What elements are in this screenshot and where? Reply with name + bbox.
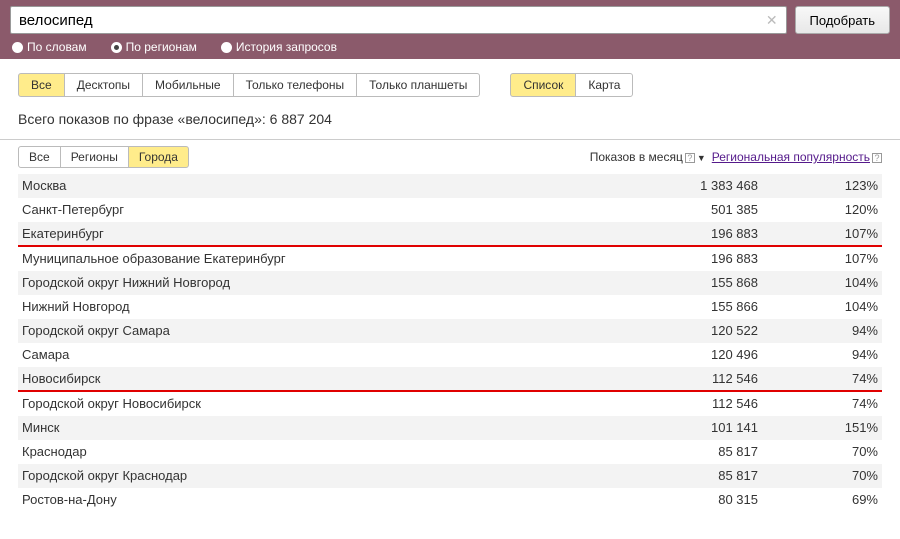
- table-row: Городской округ Самара120 52294%: [18, 319, 882, 343]
- view-tab[interactable]: Карта: [575, 73, 633, 97]
- table-row: Санкт-Петербург501 385120%: [18, 198, 882, 222]
- search-bar: ✕ Подобрать По словам По регионам Истори…: [0, 0, 900, 59]
- cell-popularity: 74%: [758, 396, 878, 411]
- table-header: ВсеРегионыГорода Показов в месяц?▼ Регио…: [0, 139, 900, 174]
- filter-button[interactable]: Регионы: [60, 146, 129, 168]
- cell-popularity: 70%: [758, 444, 878, 459]
- cell-shows: 155 868: [578, 275, 758, 290]
- help-icon[interactable]: ?: [872, 153, 882, 163]
- table-row: Городской округ Краснодар85 81770%: [18, 464, 882, 488]
- device-tab[interactable]: Десктопы: [64, 73, 143, 97]
- device-tab[interactable]: Только телефоны: [233, 73, 358, 97]
- col-shows[interactable]: Показов в месяц?▼: [590, 150, 706, 164]
- cell-popularity: 74%: [758, 371, 878, 386]
- table-row: Минск101 141151%: [18, 416, 882, 440]
- cell-shows: 501 385: [578, 202, 758, 217]
- col-popularity[interactable]: Региональная популярность?: [712, 150, 882, 164]
- table-row: Самара120 49694%: [18, 343, 882, 367]
- cell-region-name: Городской округ Нижний Новгород: [22, 275, 578, 290]
- cell-shows: 85 817: [578, 468, 758, 483]
- search-input-wrap: ✕: [10, 6, 787, 34]
- summary-text: Всего показов по фразе «велосипед»: 6 88…: [0, 107, 900, 139]
- filter-button[interactable]: Все: [18, 146, 61, 168]
- cell-region-name: Нижний Новгород: [22, 299, 578, 314]
- cell-region-name: Санкт-Петербург: [22, 202, 578, 217]
- mode-label: История запросов: [236, 40, 337, 54]
- cell-region-name: Городской округ Новосибирск: [22, 396, 578, 411]
- view-tab-group: СписокКарта: [510, 73, 633, 97]
- table-row: Городской округ Нижний Новгород155 86810…: [18, 271, 882, 295]
- sort-desc-icon: ▼: [697, 153, 706, 163]
- cell-popularity: 69%: [758, 492, 878, 507]
- table-row: Городской округ Новосибирск112 54674%: [18, 392, 882, 416]
- cell-shows: 120 496: [578, 347, 758, 362]
- cell-region-name: Екатеринбург: [22, 226, 578, 241]
- cell-shows: 120 522: [578, 323, 758, 338]
- table-row: Нижний Новгород155 866104%: [18, 295, 882, 319]
- table-row: Краснодар85 81770%: [18, 440, 882, 464]
- cell-popularity: 104%: [758, 275, 878, 290]
- cell-shows: 155 866: [578, 299, 758, 314]
- cell-popularity: 151%: [758, 420, 878, 435]
- cell-region-name: Краснодар: [22, 444, 578, 459]
- cell-region-name: Городской округ Краснодар: [22, 468, 578, 483]
- cell-shows: 112 546: [578, 371, 758, 386]
- cell-region-name: Новосибирск: [22, 371, 578, 386]
- table-row: Муниципальное образование Екатеринбург19…: [18, 247, 882, 271]
- close-icon[interactable]: ✕: [766, 12, 778, 29]
- cell-shows: 112 546: [578, 396, 758, 411]
- submit-button[interactable]: Подобрать: [795, 6, 890, 34]
- cell-popularity: 107%: [758, 226, 878, 241]
- cell-popularity: 94%: [758, 347, 878, 362]
- cell-region-name: Самара: [22, 347, 578, 362]
- cell-shows: 85 817: [578, 444, 758, 459]
- device-tab[interactable]: Только планшеты: [356, 73, 480, 97]
- tab-row: ВсеДесктопыМобильныеТолько телефоныТольк…: [0, 59, 900, 107]
- device-tab[interactable]: Мобильные: [142, 73, 234, 97]
- device-tab[interactable]: Все: [18, 73, 65, 97]
- filter-button[interactable]: Города: [128, 146, 189, 168]
- cell-region-name: Муниципальное образование Екатеринбург: [22, 251, 578, 266]
- cell-popularity: 94%: [758, 323, 878, 338]
- filter-group: ВсеРегионыГорода: [18, 146, 189, 168]
- cell-popularity: 107%: [758, 251, 878, 266]
- cell-region-name: Минск: [22, 420, 578, 435]
- cell-shows: 101 141: [578, 420, 758, 435]
- mode-by-regions[interactable]: По регионам: [111, 40, 197, 54]
- help-icon[interactable]: ?: [685, 153, 695, 163]
- mode-radio-group: По словам По регионам История запросов: [10, 34, 890, 56]
- table-row: Екатеринбург196 883107%: [18, 222, 882, 247]
- table-row: Москва1 383 468123%: [18, 174, 882, 198]
- data-table: Москва1 383 468123%Санкт-Петербург501 38…: [0, 174, 900, 512]
- mode-history[interactable]: История запросов: [221, 40, 337, 54]
- view-tab[interactable]: Список: [510, 73, 576, 97]
- radio-icon: [111, 42, 122, 53]
- cell-shows: 196 883: [578, 251, 758, 266]
- radio-icon: [12, 42, 23, 53]
- cell-region-name: Ростов-на-Дону: [22, 492, 578, 507]
- cell-popularity: 120%: [758, 202, 878, 217]
- cell-popularity: 123%: [758, 178, 878, 193]
- col-popularity-label: Региональная популярность: [712, 150, 870, 164]
- cell-shows: 196 883: [578, 226, 758, 241]
- cell-popularity: 70%: [758, 468, 878, 483]
- table-row: Новосибирск112 54674%: [18, 367, 882, 392]
- cell-popularity: 104%: [758, 299, 878, 314]
- cell-shows: 1 383 468: [578, 178, 758, 193]
- radio-icon: [221, 42, 232, 53]
- mode-label: По словам: [27, 40, 87, 54]
- search-input[interactable]: [19, 12, 766, 29]
- cell-region-name: Москва: [22, 178, 578, 193]
- col-shows-label: Показов в месяц: [590, 150, 683, 164]
- cell-shows: 80 315: [578, 492, 758, 507]
- device-tab-group: ВсеДесктопыМобильныеТолько телефоныТольк…: [18, 73, 480, 97]
- mode-label: По регионам: [126, 40, 197, 54]
- cell-region-name: Городской округ Самара: [22, 323, 578, 338]
- mode-by-words[interactable]: По словам: [12, 40, 87, 54]
- table-row: Ростов-на-Дону80 31569%: [18, 488, 882, 512]
